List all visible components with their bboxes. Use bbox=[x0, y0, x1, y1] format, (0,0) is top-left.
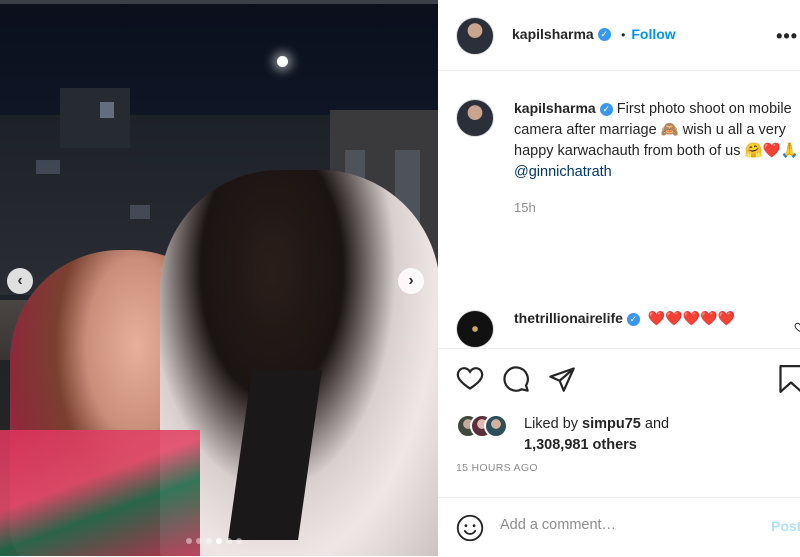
likes-summary: Liked by simpu75 and 1,308,981 others bbox=[456, 410, 800, 460]
comment-line: thetrillionairelife ✓ ❤️❤️❤️❤️❤️ bbox=[514, 310, 735, 327]
verified-icon: ✓ bbox=[599, 102, 613, 116]
commenter-avatar[interactable] bbox=[456, 310, 494, 348]
follow-button[interactable]: Follow bbox=[631, 26, 675, 42]
caption-age: 15h bbox=[514, 200, 536, 215]
more-options-icon[interactable]: ••• bbox=[776, 26, 798, 47]
comment-icon[interactable] bbox=[502, 365, 530, 398]
chevron-left-icon: ‹ bbox=[17, 272, 23, 289]
share-icon[interactable] bbox=[548, 365, 576, 398]
caption-author-avatar[interactable] bbox=[456, 99, 494, 137]
carousel-dot bbox=[196, 538, 202, 544]
caption-author-username[interactable]: kapilsharma bbox=[514, 100, 596, 116]
window-light bbox=[36, 160, 60, 174]
post-caption: kapilsharma ✓ First photo shoot on mobile… bbox=[514, 98, 800, 183]
liked-by-text: Liked by simpu75 and 1,308,981 others bbox=[524, 414, 669, 456]
post-actions-bar bbox=[438, 348, 800, 409]
comment-item: thetrillionairelife ✓ ❤️❤️❤️❤️❤️ bbox=[456, 310, 800, 348]
post-timestamp[interactable]: 15 HOURS AGO bbox=[456, 462, 538, 474]
carousel-dot bbox=[186, 538, 192, 544]
previous-photo-button[interactable]: ‹ bbox=[7, 268, 33, 294]
liked-by-prefix: Liked by bbox=[524, 416, 579, 432]
verified-icon: ✓ bbox=[626, 312, 640, 326]
post-comment-button[interactable]: Post bbox=[771, 518, 800, 534]
chevron-right-icon: › bbox=[408, 272, 414, 289]
carousel-dot-active bbox=[216, 538, 222, 544]
next-photo-button[interactable]: › bbox=[398, 268, 424, 294]
commenter-username[interactable]: thetrillionairelife bbox=[514, 310, 623, 326]
carousel-dot bbox=[236, 538, 242, 544]
post-header: kapilsharma ✓ • Follow ••• bbox=[438, 0, 800, 71]
photo-top-strip bbox=[0, 0, 438, 4]
window-light bbox=[100, 102, 114, 118]
liker-avatar[interactable] bbox=[484, 414, 508, 438]
emoji-icon[interactable] bbox=[456, 514, 484, 547]
carousel-dot bbox=[226, 538, 232, 544]
likes-count-link[interactable]: 1,308,981 others bbox=[524, 437, 637, 453]
heart-icon[interactable] bbox=[456, 365, 484, 396]
bookmark-icon[interactable] bbox=[778, 365, 800, 398]
comment-text: ❤️❤️❤️❤️❤️ bbox=[647, 310, 735, 326]
separator-dot: • bbox=[621, 28, 626, 42]
liked-by-username[interactable]: simpu75 bbox=[582, 416, 641, 432]
caption-mention-link[interactable]: @ginnichatrath bbox=[514, 164, 612, 180]
background-building-top bbox=[60, 88, 130, 148]
dupatta bbox=[0, 430, 200, 556]
window-light bbox=[130, 205, 150, 219]
author-avatar[interactable] bbox=[456, 17, 494, 55]
verified-icon: ✓ bbox=[597, 28, 611, 42]
carousel-indicator bbox=[186, 538, 242, 544]
post-photo[interactable]: ‹ › bbox=[0, 0, 438, 556]
carousel-dot bbox=[206, 538, 212, 544]
comment-like-icon[interactable] bbox=[794, 320, 800, 336]
author-line: kapilsharma ✓ • Follow bbox=[512, 26, 676, 44]
add-comment-bar: Post bbox=[438, 497, 800, 557]
add-comment-input[interactable] bbox=[500, 517, 750, 533]
post-details-panel: kapilsharma ✓ • Follow ••• kapilsharma ✓ Fi… bbox=[438, 0, 800, 556]
moon bbox=[277, 56, 288, 67]
liked-by-and: and bbox=[644, 416, 670, 432]
author-username[interactable]: kapilsharma bbox=[512, 26, 594, 42]
